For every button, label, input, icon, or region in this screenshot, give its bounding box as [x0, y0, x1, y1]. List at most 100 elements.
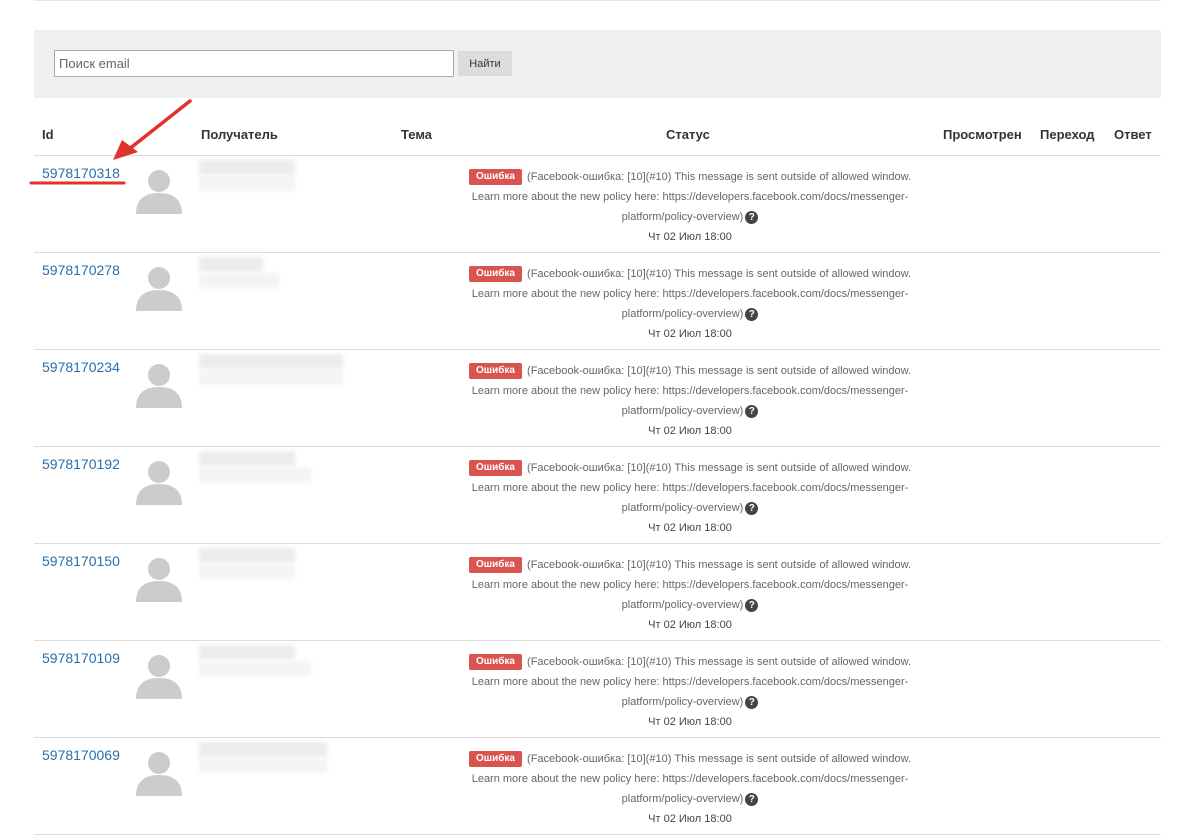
status-line: Ошибка (Facebook-ошибка: [10](#10) This …	[441, 652, 939, 672]
avatar-placeholder-icon	[136, 267, 182, 311]
status-cell: Ошибка (Facebook-ошибка: [10](#10) This …	[441, 264, 939, 344]
status-text-1: (Facebook-ошибка: [10](#10) This message…	[527, 753, 912, 765]
status-text-2: Learn more about the new policy here: ht…	[471, 288, 909, 300]
message-id-link[interactable]: 5978170234	[42, 359, 120, 375]
question-circle-icon[interactable]: ?	[745, 307, 759, 321]
status-text-2: Learn more about the new policy here: ht…	[471, 579, 909, 591]
header-reply: Ответ	[1114, 127, 1152, 142]
search-email-input[interactable]	[54, 50, 454, 77]
search-panel: Найти	[34, 30, 1161, 98]
top-divider	[34, 0, 1161, 1]
question-circle-icon[interactable]: ?	[745, 695, 759, 709]
recipient-email-redacted	[199, 176, 295, 191]
status-text-3: platform/policy-overview)	[621, 211, 744, 223]
status-text-1: (Facebook-ошибка: [10](#10) This message…	[527, 171, 912, 183]
message-id-link[interactable]: 5978170150	[42, 553, 120, 569]
header-click: Переход	[1040, 127, 1095, 142]
status-line: Ошибка (Facebook-ошибка: [10](#10) This …	[441, 555, 939, 575]
status-line-3: platform/policy-overview)?	[441, 595, 939, 615]
status-datetime: Чт 02 Июл 18:00	[648, 619, 732, 631]
status-datetime: Чт 02 Июл 18:00	[648, 231, 732, 243]
status-text-2: Learn more about the new policy here: ht…	[471, 676, 909, 688]
message-id-link[interactable]: 5978170109	[42, 650, 120, 666]
status-text-1: (Facebook-ошибка: [10](#10) This message…	[527, 268, 912, 280]
status-cell: Ошибка (Facebook-ошибка: [10](#10) This …	[441, 458, 939, 538]
question-circle-icon[interactable]: ?	[745, 501, 759, 515]
messages-table: Id Получатель Тема Статус Просмотрен Пер…	[34, 118, 1161, 835]
table-row: 5978170150 Ошибка (Facebook-ошибка: [10]…	[34, 544, 1161, 641]
table-row: 5978170069 Ошибка (Facebook-ошибка: [10]…	[34, 738, 1161, 835]
status-line: Ошибка (Facebook-ошибка: [10](#10) This …	[441, 361, 939, 381]
recipient-email-redacted	[199, 758, 327, 773]
header-subject: Тема	[401, 127, 433, 142]
recipient-name-redacted	[199, 645, 295, 660]
recipient-name-redacted	[199, 160, 295, 175]
recipient-email-redacted	[199, 661, 311, 676]
status-cell: Ошибка (Facebook-ошибка: [10](#10) This …	[441, 652, 939, 732]
message-id-link[interactable]: 5978170318	[42, 165, 120, 181]
table-row: 5978170278 Ошибка (Facebook-ошибка: [10]…	[34, 253, 1161, 350]
avatar-placeholder-icon	[136, 364, 182, 408]
status-line-3: platform/policy-overview)?	[441, 207, 939, 227]
search-button[interactable]: Найти	[458, 51, 512, 76]
status-line: Ошибка (Facebook-ошибка: [10](#10) This …	[441, 458, 939, 478]
question-circle-icon[interactable]: ?	[745, 404, 759, 418]
status-text-2: Learn more about the new policy here: ht…	[471, 773, 909, 785]
status-text-1: (Facebook-ошибка: [10](#10) This message…	[527, 462, 912, 474]
avatar-placeholder-icon	[136, 655, 182, 699]
status-text-3: platform/policy-overview)	[621, 405, 744, 417]
status-text-3: platform/policy-overview)	[621, 502, 744, 514]
status-line-3: platform/policy-overview)?	[441, 692, 939, 712]
status-text-3: platform/policy-overview)	[621, 599, 744, 611]
status-cell: Ошибка (Facebook-ошибка: [10](#10) This …	[441, 555, 939, 635]
error-badge: Ошибка	[468, 460, 522, 477]
status-datetime: Чт 02 Июл 18:00	[648, 522, 732, 534]
status-line-3: platform/policy-overview)?	[441, 789, 939, 809]
avatar-placeholder-icon	[136, 461, 182, 505]
avatar-placeholder-icon	[136, 558, 182, 602]
status-line: Ошибка (Facebook-ошибка: [10](#10) This …	[441, 167, 939, 187]
message-id-link[interactable]: 5978170192	[42, 456, 120, 472]
status-text-3: platform/policy-overview)	[621, 308, 744, 320]
status-cell: Ошибка (Facebook-ошибка: [10](#10) This …	[441, 167, 939, 247]
recipient-name-redacted	[199, 451, 295, 466]
table-body: 5978170318 Ошибка (Facebook-ошибка: [10]…	[34, 156, 1161, 835]
recipient-name-redacted	[199, 742, 327, 757]
table-row: 5978170318 Ошибка (Facebook-ошибка: [10]…	[34, 156, 1161, 253]
recipient-email-redacted	[199, 564, 295, 579]
status-cell: Ошибка (Facebook-ошибка: [10](#10) This …	[441, 361, 939, 441]
table-header: Id Получатель Тема Статус Просмотрен Пер…	[34, 118, 1161, 156]
status-datetime: Чт 02 Июл 18:00	[648, 425, 732, 437]
message-id-link[interactable]: 5978170069	[42, 747, 120, 763]
header-status: Статус	[666, 127, 710, 142]
status-text-3: platform/policy-overview)	[621, 793, 744, 805]
status-datetime: Чт 02 Июл 18:00	[648, 716, 732, 728]
status-text-2: Learn more about the new policy here: ht…	[471, 385, 909, 397]
error-badge: Ошибка	[468, 654, 522, 671]
question-circle-icon[interactable]: ?	[745, 210, 759, 224]
status-text-1: (Facebook-ошибка: [10](#10) This message…	[527, 656, 912, 668]
error-badge: Ошибка	[468, 557, 522, 574]
error-badge: Ошибка	[468, 751, 522, 768]
recipient-name-redacted	[199, 257, 263, 272]
status-line: Ошибка (Facebook-ошибка: [10](#10) This …	[441, 749, 939, 769]
error-badge: Ошибка	[468, 363, 522, 380]
avatar-placeholder-icon	[136, 752, 182, 796]
message-id-link[interactable]: 5978170278	[42, 262, 120, 278]
question-circle-icon[interactable]: ?	[745, 598, 759, 612]
status-text-2: Learn more about the new policy here: ht…	[471, 191, 909, 203]
recipient-name-redacted	[199, 548, 295, 563]
error-badge: Ошибка	[468, 266, 522, 283]
status-text-1: (Facebook-ошибка: [10](#10) This message…	[527, 559, 912, 571]
status-datetime: Чт 02 Июл 18:00	[648, 813, 732, 825]
status-text-3: platform/policy-overview)	[621, 696, 744, 708]
status-datetime: Чт 02 Июл 18:00	[648, 328, 732, 340]
header-id: Id	[42, 127, 54, 142]
status-line: Ошибка (Facebook-ошибка: [10](#10) This …	[441, 264, 939, 284]
recipient-name-redacted	[199, 354, 343, 369]
question-circle-icon[interactable]: ?	[745, 792, 759, 806]
recipient-email-redacted	[199, 467, 311, 482]
table-row: 5978170234 Ошибка (Facebook-ошибка: [10]…	[34, 350, 1161, 447]
recipient-email-redacted	[199, 273, 279, 288]
status-cell: Ошибка (Facebook-ошибка: [10](#10) This …	[441, 749, 939, 829]
